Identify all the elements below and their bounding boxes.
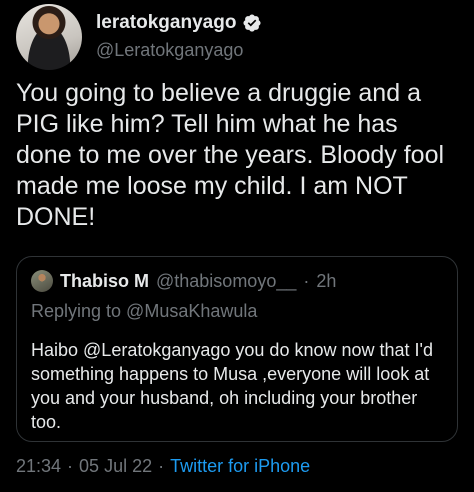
tweet-detail: leratokganyago @Leratokganyago You going… [0,0,474,492]
quoted-replying-to: Replying to @MusaKhawula [31,301,258,321]
display-name-line: leratokganyago [96,12,262,34]
author-display-name[interactable]: leratokganyago [96,12,236,34]
tweet-time[interactable]: 21:34 [16,456,61,476]
author-row: leratokganyago @Leratokganyago [16,4,458,70]
quoted-tweet-card[interactable]: Thabiso M @thabisomoyo__ · 2h Replying t… [16,256,458,442]
tweet-text: You going to believe a druggie and a PIG… [16,79,445,231]
quoted-time: 2h [316,270,337,291]
quoted-tweet-header: Thabiso M @thabisomoyo__ · 2h [31,270,336,292]
quoted-author-handle: @thabisomoyo__ [156,270,297,291]
meta-separator-2: · [158,456,165,476]
quoted-tweet-text: Haibo @Leratokganyago you do know now th… [31,340,433,432]
meta-separator: · [67,456,74,476]
author-handle[interactable]: @Leratokganyago [96,40,262,61]
quoted-separator: · [303,270,310,291]
quoted-author-avatar [31,270,53,292]
quoted-author-name: Thabiso M [60,270,149,291]
author-info: leratokganyago @Leratokganyago [96,12,262,61]
author-avatar[interactable] [16,4,82,70]
tweet-client-link[interactable]: Twitter for iPhone [170,456,310,476]
verified-badge-icon [242,13,262,33]
tweet-date[interactable]: 05 Jul 22 [79,456,152,476]
tweet-meta: 21:34 · 05 Jul 22 · Twitter for iPhone [16,456,310,477]
